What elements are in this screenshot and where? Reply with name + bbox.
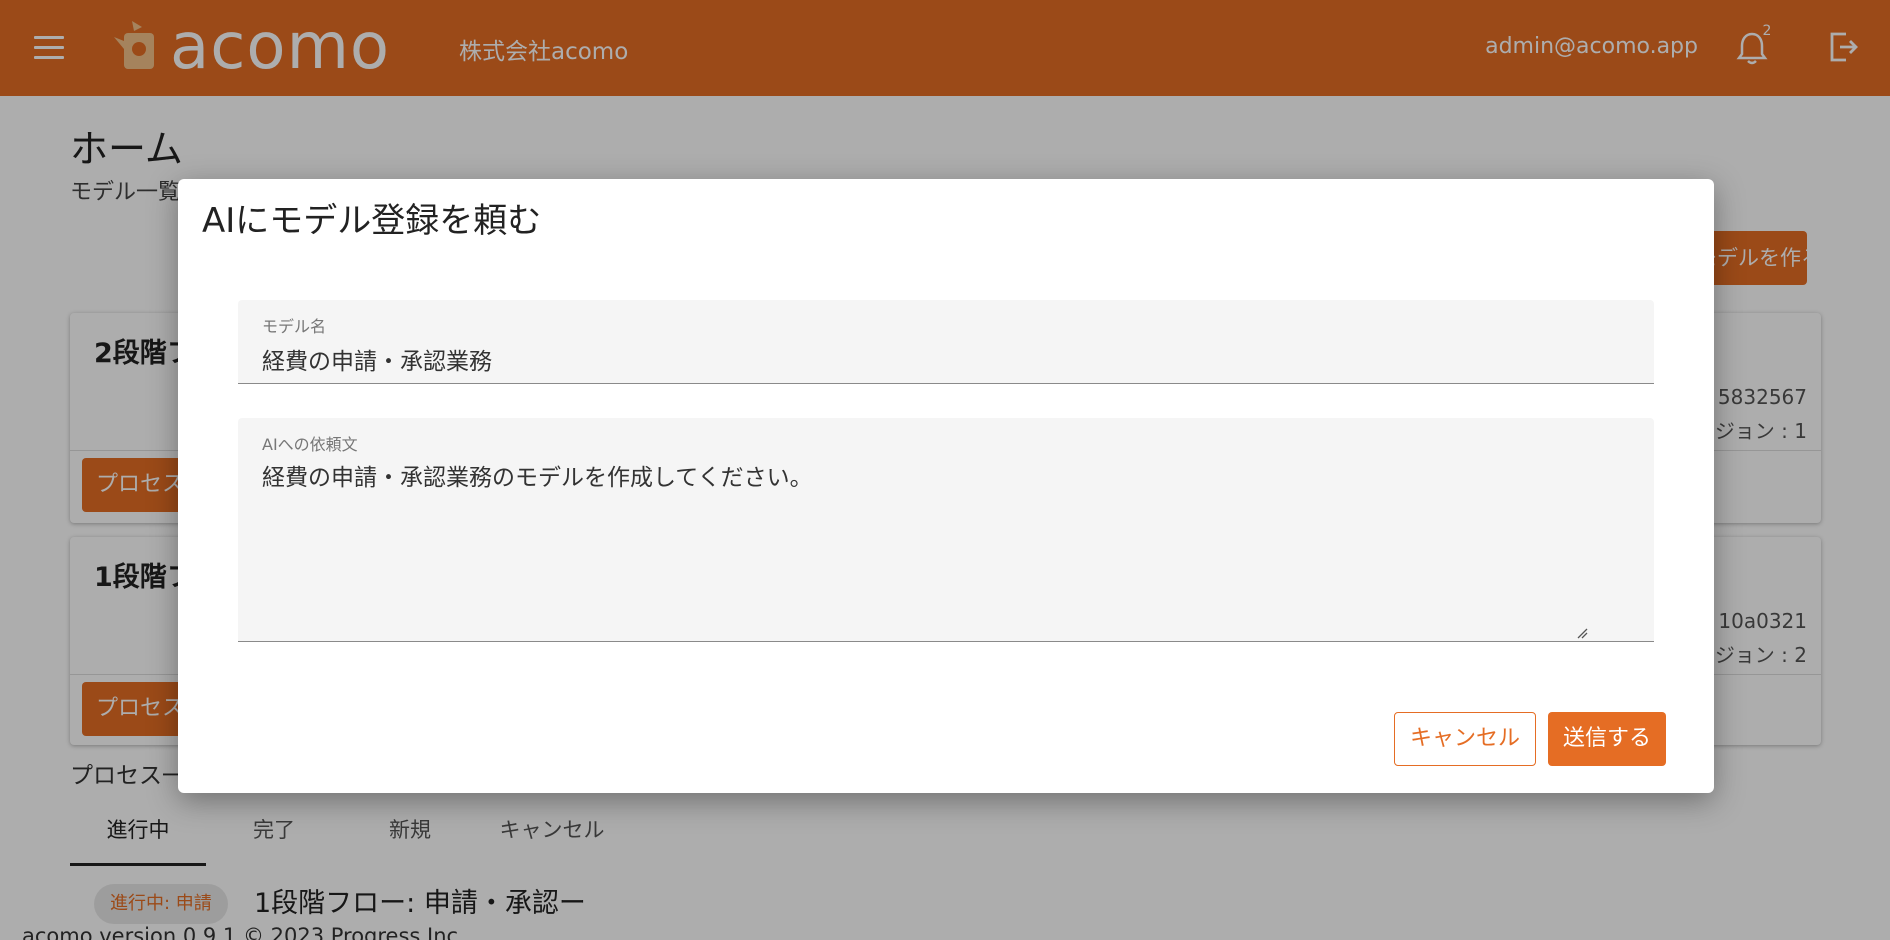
ai-prompt-label: AIへの依頼文 — [262, 435, 358, 454]
ai-model-dialog: AIにモデル登録を頼む モデル名 経費の申請・承認業務 AIへの依頼文 経費の申… — [178, 179, 1714, 793]
model-name-field[interactable]: モデル名 経費の申請・承認業務 — [238, 300, 1654, 384]
model-name-label: モデル名 — [262, 317, 327, 336]
cancel-button[interactable]: キャンセル — [1394, 712, 1536, 766]
ai-prompt-field[interactable]: AIへの依頼文 経費の申請・承認業務のモデルを作成してください。 — [238, 418, 1654, 642]
resize-handle-icon[interactable] — [1576, 627, 1588, 639]
model-name-input[interactable]: 経費の申請・承認業務 — [262, 342, 492, 376]
dialog-title: AIにモデル登録を頼む — [202, 201, 542, 241]
submit-button[interactable]: 送信する — [1548, 712, 1666, 766]
ai-prompt-textarea[interactable]: 経費の申請・承認業務のモデルを作成してください。 — [262, 458, 813, 492]
